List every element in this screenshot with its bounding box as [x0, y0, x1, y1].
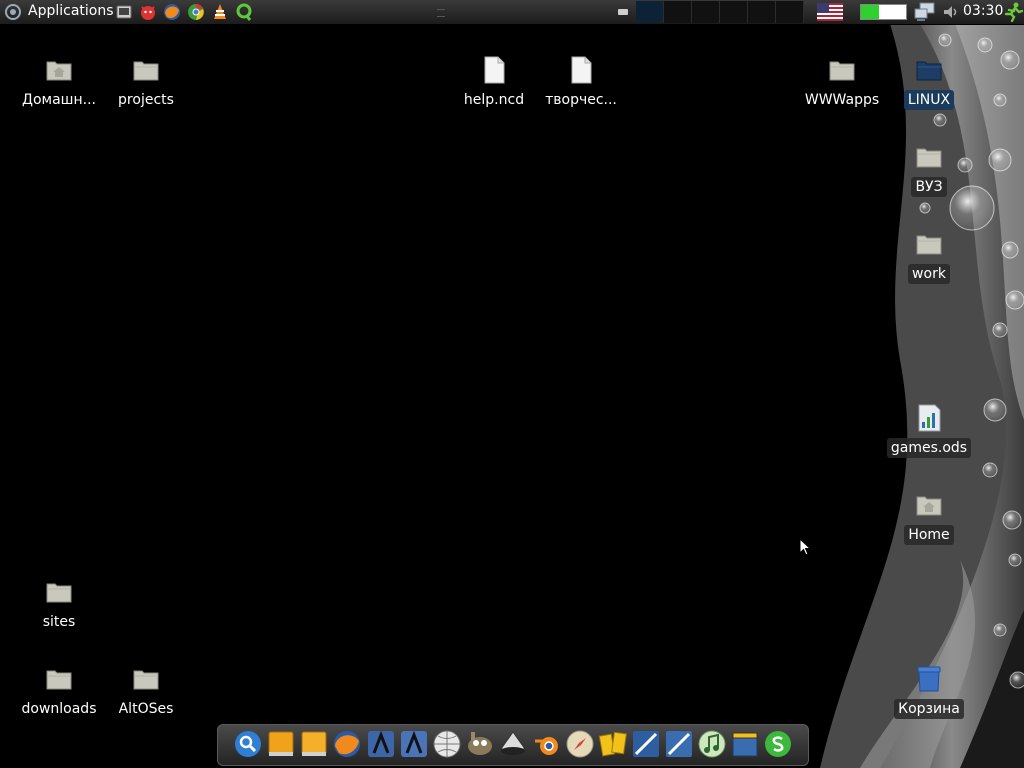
chrome-icon[interactable] [187, 3, 205, 21]
folder-icon [133, 61, 159, 81]
volume-icon[interactable] [942, 3, 960, 21]
vlc-icon[interactable] [211, 3, 229, 21]
desktop-icon-tvorches[interactable]: творчес... [536, 54, 626, 110]
folder-icon [46, 670, 72, 690]
mouse-cursor-icon [799, 538, 812, 556]
compass-icon[interactable] [565, 729, 595, 759]
folder-icon [829, 61, 855, 81]
inkscape-icon[interactable] [498, 729, 528, 759]
desktop-icon-label: work [908, 264, 950, 284]
desktop-icon-label: projects [118, 92, 174, 108]
desktop-icon-work[interactable]: work [884, 228, 974, 284]
eject-icon[interactable] [616, 4, 630, 18]
app-icon[interactable] [366, 729, 396, 759]
drive-icon[interactable] [299, 729, 329, 759]
desktop-icon-vuz[interactable]: ВУЗ [884, 141, 974, 197]
desktop-icon-altoses[interactable]: AltOSes [101, 663, 191, 719]
folder-icon [916, 235, 942, 255]
wallpaper [820, 24, 1024, 768]
app-icon[interactable] [664, 729, 694, 759]
workspace-4[interactable] [720, 1, 748, 23]
desktop-icon-home[interactable]: Home [884, 489, 974, 545]
video-icon[interactable] [730, 729, 760, 759]
office-icon[interactable] [598, 729, 628, 759]
applications-menu[interactable]: Applications [28, 3, 114, 19]
desktop-icon-games-ods[interactable]: games.ods [884, 402, 974, 458]
desktop-icon-label: творчес... [545, 92, 617, 108]
desktop-icon-sites[interactable]: sites [14, 576, 104, 632]
desktop-icon-label: WWWapps [804, 92, 880, 108]
app-icon[interactable] [631, 729, 661, 759]
dock [217, 724, 809, 766]
battery-icon[interactable] [860, 4, 908, 20]
skype-icon[interactable] [763, 729, 793, 759]
folder-icon [916, 148, 942, 168]
desktop-icon-help-ncd[interactable]: help.ncd [449, 54, 539, 110]
drive-icon[interactable] [266, 729, 296, 759]
desktop-icon-label: downloads [21, 701, 97, 717]
workspace-5[interactable] [748, 1, 776, 23]
gimp-icon[interactable] [465, 729, 495, 759]
search-icon[interactable] [233, 729, 263, 759]
document-icon [571, 56, 592, 84]
red-devil-icon[interactable] [139, 3, 157, 21]
app-icon[interactable] [399, 729, 429, 759]
workspace-1[interactable] [636, 1, 664, 23]
firefox-icon[interactable] [332, 729, 362, 759]
desktop-icon-home-folder[interactable]: Домашн... [14, 54, 104, 110]
desktop-icon-label: Домашн... [22, 92, 96, 108]
desktop-icon-wwwapps[interactable]: WWWapps [797, 54, 887, 110]
panel-handle [437, 9, 445, 17]
document-icon [484, 56, 505, 84]
qutim-icon[interactable] [235, 3, 253, 21]
clock[interactable]: 03:30 [963, 3, 1003, 19]
folder-icon [46, 583, 72, 603]
desktop-icon-label: Корзина [894, 699, 964, 719]
network-icon[interactable] [914, 2, 936, 22]
desktop-icon-downloads[interactable]: downloads [14, 663, 104, 719]
system-monitor-icon[interactable] [115, 3, 133, 21]
desktop-icon-trash[interactable]: Корзина [884, 663, 974, 719]
folder-icon [916, 61, 942, 81]
firefox-icon[interactable] [163, 3, 181, 21]
desktop-icon-label: Home [904, 525, 954, 545]
workspace-3[interactable] [692, 1, 720, 23]
distro-logo-icon[interactable] [4, 3, 22, 21]
desktop-icon-projects[interactable]: projects [101, 54, 191, 110]
desktop-icon-linux[interactable]: LINUX [884, 54, 974, 110]
trash-icon [917, 666, 941, 692]
workspace-6[interactable] [776, 1, 804, 23]
folder-icon [133, 670, 159, 690]
home-folder-icon [46, 61, 72, 81]
us-flag-icon[interactable] [817, 3, 843, 21]
desktop-icon-label: help.ncd [463, 92, 525, 108]
music-icon[interactable] [697, 729, 727, 759]
workspace-2[interactable] [664, 1, 692, 23]
globe-icon[interactable] [432, 729, 462, 759]
desktop-icon-label: AltOSes [118, 701, 174, 717]
blender-icon[interactable] [532, 729, 562, 759]
desktop-icon-label: ВУЗ [911, 177, 947, 197]
desktop-icon-label: sites [42, 614, 76, 630]
desktop-icon-label: LINUX [903, 90, 955, 110]
running-man-icon[interactable] [1003, 2, 1023, 22]
spreadsheet-icon [918, 404, 941, 432]
home-folder-icon [916, 496, 942, 516]
desktop-icon-label: games.ods [886, 438, 972, 458]
top-panel: Applications 03:30 [0, 0, 1024, 25]
